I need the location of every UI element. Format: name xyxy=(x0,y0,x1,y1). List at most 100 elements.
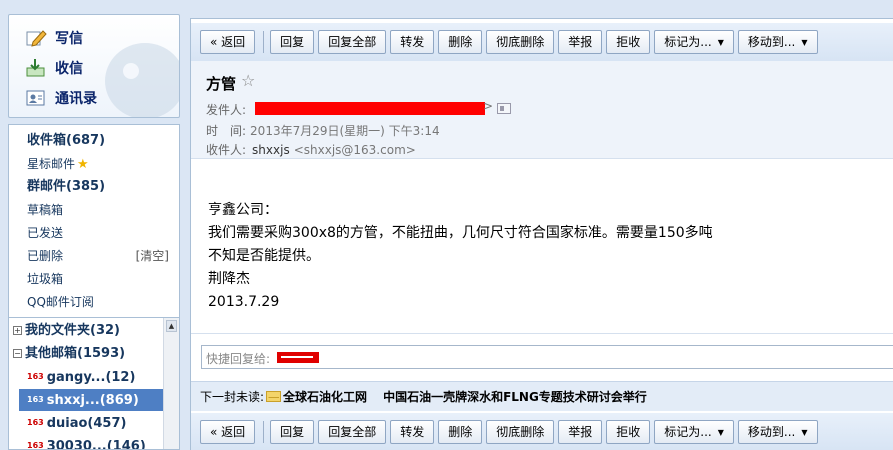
body-line: 不知是否能提供。 xyxy=(208,248,320,264)
account-label: shxxj...(869) xyxy=(46,393,139,408)
mail-subject: 方管 xyxy=(206,75,237,93)
pencil-icon xyxy=(25,28,47,48)
folder-sent[interactable]: 已发送 xyxy=(27,223,63,243)
toolbar-top: « 返回 回复 回复全部 转发 删除 彻底删除 举报 拒收 标记为... ▼ 移动… xyxy=(191,23,893,61)
back-button[interactable]: « 返回 xyxy=(200,30,256,54)
reject-button[interactable]: 拒收 xyxy=(606,30,651,54)
reply-button[interactable]: 回复 xyxy=(270,30,315,54)
reject-button[interactable]: 拒收 xyxy=(606,420,651,444)
163-logo-icon: 163 xyxy=(27,372,44,381)
delete-permanent-button[interactable]: 彻底删除 xyxy=(486,420,555,444)
redacted-sender xyxy=(255,102,485,115)
back-button[interactable]: « 返回 xyxy=(200,420,256,444)
recipient-row: 收件人: shxxjs <shxxjs@163.com> xyxy=(206,141,416,158)
folder-deleted[interactable]: 已删除 xyxy=(27,246,63,266)
reply-all-button[interactable]: 回复全部 xyxy=(318,420,387,444)
folder-drafts[interactable]: 草稿箱 xyxy=(27,200,63,220)
chevron-down-icon: ▼ xyxy=(717,428,724,437)
sender-label: 发件人: xyxy=(206,103,247,117)
write-mail-button[interactable]: 写信 xyxy=(25,27,83,49)
delete-button[interactable]: 删除 xyxy=(438,30,483,54)
mail-header: 方管 ☆ 发件人: > 时 间: 2013年7月29日(星期一) 下午3:14 收… xyxy=(191,61,893,159)
delete-button[interactable]: 删除 xyxy=(438,420,483,444)
folder-tree: + 我的文件夹(32) − 其他邮箱(1593) 163 gangy...(12) 1… xyxy=(8,318,180,450)
address-book-icon xyxy=(25,88,47,108)
mark-as-label: 标记为... xyxy=(664,35,712,49)
star-icon: ★ xyxy=(77,157,89,172)
inbox-download-icon xyxy=(25,58,47,78)
move-to-dropdown[interactable]: 移动到... ▼ xyxy=(737,30,818,54)
163-logo-icon: 163 xyxy=(27,441,44,450)
tree-other-mailboxes-label: 其他邮箱(1593) xyxy=(25,346,126,361)
mark-as-label: 标记为... xyxy=(664,425,712,439)
sidebar: 写信 收信 通讯录 收件箱(687) 星标邮件 ★ 群邮件(385) 草稿箱 已发… xyxy=(0,0,186,450)
forward-button[interactable]: 转发 xyxy=(390,30,435,54)
account-item[interactable]: 163 gangy...(12) xyxy=(19,366,165,388)
report-button[interactable]: 举报 xyxy=(558,420,603,444)
folder-group-mail[interactable]: 群邮件(385) xyxy=(27,177,105,197)
move-to-label: 移动到... xyxy=(747,35,796,49)
time-row: 时 间: 2013年7月29日(星期一) 下午3:14 xyxy=(206,122,440,139)
envelope-icon xyxy=(266,391,282,402)
report-button[interactable]: 举报 xyxy=(558,30,603,54)
body-line: 荆降杰 xyxy=(208,271,250,287)
reply-all-button[interactable]: 回复全部 xyxy=(318,30,387,54)
recipient-name[interactable]: shxxjs xyxy=(252,143,290,157)
qq-penguin-watermark xyxy=(105,43,179,117)
contact-card-icon[interactable] xyxy=(497,103,511,114)
folder-starred[interactable]: 星标邮件 ★ xyxy=(27,154,89,174)
contacts-button[interactable]: 通讯录 xyxy=(25,87,97,109)
mail-body: 亨鑫公司： 我们需要采购300x8的方管，不能扭曲，几何尺寸符合国家标准。需要量… xyxy=(208,199,713,314)
163-logo-icon: 163 xyxy=(27,395,44,404)
star-outline-icon[interactable]: ☆ xyxy=(241,71,255,90)
receive-mail-button[interactable]: 收信 xyxy=(25,57,83,79)
recipient-label: 收件人: xyxy=(206,143,247,157)
next-unread-sender[interactable]: 全球石油化工网 xyxy=(283,388,367,405)
163-logo-icon: 163 xyxy=(27,418,44,427)
move-to-dropdown[interactable]: 移动到... ▼ xyxy=(737,420,818,444)
account-label: gangy...(12) xyxy=(46,370,136,385)
tree-my-folders[interactable]: + 我的文件夹(32) xyxy=(13,320,120,342)
time-label: 时 间: xyxy=(206,124,247,138)
toolbar-divider xyxy=(263,31,265,53)
write-mail-label: 写信 xyxy=(55,31,83,47)
contacts-label: 通讯录 xyxy=(55,91,97,107)
move-to-label: 移动到... xyxy=(747,425,796,439)
redacted-sender-tail: > xyxy=(483,99,494,113)
body-line: 我们需要采购300x8的方管，不能扭曲，几何尺寸符合国家标准。需要量150多吨 xyxy=(208,225,713,241)
account-label: 30030...(146) xyxy=(46,439,146,450)
mail-reader: « 返回 回复 回复全部 转发 删除 彻底删除 举报 拒收 标记为... ▼ 移动… xyxy=(190,18,893,450)
delete-permanent-button[interactable]: 彻底删除 xyxy=(486,30,555,54)
mark-as-dropdown[interactable]: 标记为... ▼ xyxy=(654,420,734,444)
account-item-selected[interactable]: 163 shxxj...(869) xyxy=(19,389,165,411)
body-line: 亨鑫公司： xyxy=(208,202,278,218)
body-line: 2013.7.29 xyxy=(208,294,280,310)
quick-actions-panel: 写信 收信 通讯录 xyxy=(8,14,180,118)
scroll-up-arrow-icon[interactable]: ▲ xyxy=(166,320,177,332)
chevron-down-icon: ▼ xyxy=(717,38,724,47)
tree-my-folders-label: 我的文件夹(32) xyxy=(25,323,120,338)
next-unread-bar: 下一封未读: 全球石油化工网 中国石油一壳牌深水和FLNG专题技术研讨会举行 xyxy=(191,381,893,411)
toolbar-bottom: « 返回 回复 回复全部 转发 删除 彻底删除 举报 拒收 标记为... ▼ 移动… xyxy=(191,413,893,450)
tree-other-mailboxes[interactable]: − 其他邮箱(1593) xyxy=(13,343,125,365)
redacted-recipient xyxy=(277,352,319,363)
tree-scrollbar[interactable]: ▲ xyxy=(163,318,179,449)
expand-icon[interactable]: + xyxy=(13,326,22,335)
collapse-icon[interactable]: − xyxy=(13,349,22,358)
folder-qq-subscription[interactable]: QQ邮件订阅 xyxy=(27,292,94,312)
mark-as-dropdown[interactable]: 标记为... ▼ xyxy=(654,30,734,54)
forward-button[interactable]: 转发 xyxy=(390,420,435,444)
folder-spam[interactable]: 垃圾箱 xyxy=(27,269,63,289)
account-item[interactable]: 163 duiao(457) xyxy=(19,412,165,434)
sender-row: 发件人: xyxy=(206,101,246,118)
folder-inbox[interactable]: 收件箱(687) xyxy=(27,131,105,151)
clear-trash-link[interactable]: [清空] xyxy=(136,247,169,264)
next-unread-subject[interactable]: 中国石油一壳牌深水和FLNG专题技术研讨会举行 xyxy=(383,388,647,405)
quick-reply-label: 快捷回复给: xyxy=(206,352,271,366)
account-item[interactable]: 163 30030...(146) xyxy=(19,435,165,450)
receive-mail-label: 收信 xyxy=(55,61,83,77)
chevron-down-icon: ▼ xyxy=(801,38,808,47)
reply-button[interactable]: 回复 xyxy=(270,420,315,444)
toolbar-divider xyxy=(263,421,265,443)
quick-reply-input[interactable]: 快捷回复给: xyxy=(201,345,893,369)
